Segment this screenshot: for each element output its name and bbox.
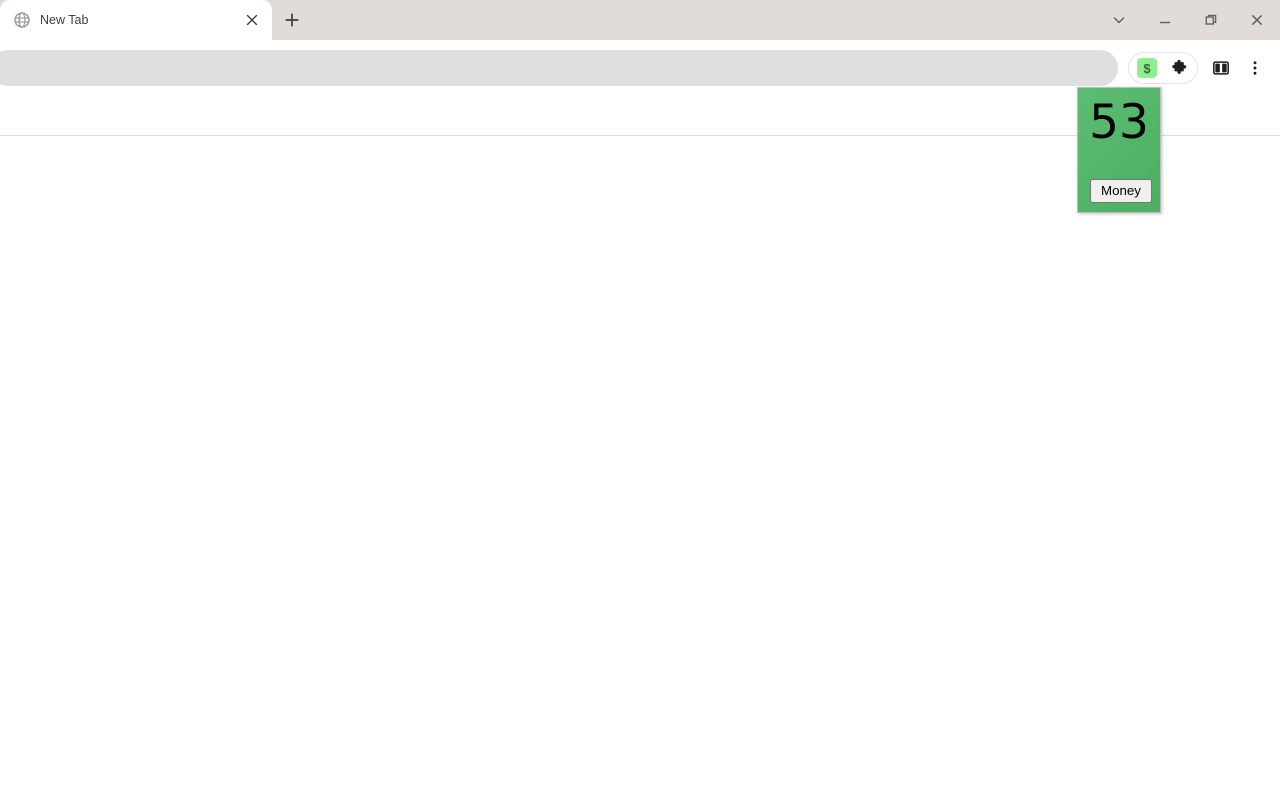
money-count: 53	[1089, 95, 1149, 150]
money-extension-popup: 53 Money	[1077, 87, 1161, 213]
tab-title: New Tab	[40, 13, 89, 27]
globe-icon	[14, 12, 30, 28]
tab-new-tab[interactable]: New Tab	[0, 0, 272, 40]
minimize-button[interactable]	[1142, 0, 1188, 40]
close-window-button[interactable]	[1234, 0, 1280, 40]
extension-actions-pill: $	[1128, 52, 1198, 84]
close-tab-button[interactable]	[240, 8, 264, 32]
side-panel-icon	[1213, 61, 1229, 75]
browser-window: New Tab $ 53 Money	[0, 0, 1280, 800]
tab-search-button[interactable]	[1096, 0, 1142, 40]
tab-strip: New Tab	[0, 0, 1280, 40]
money-button[interactable]: Money	[1090, 179, 1152, 203]
dollar-icon: $	[1137, 58, 1157, 78]
chrome-menu-button[interactable]	[1238, 51, 1272, 85]
window-controls	[1096, 0, 1280, 40]
page-content	[0, 136, 1280, 799]
new-tab-button[interactable]	[274, 3, 310, 37]
address-bar[interactable]	[0, 50, 1118, 86]
extensions-button[interactable]	[1163, 52, 1195, 84]
money-extension-action-button[interactable]: $	[1131, 52, 1163, 84]
three-dot-menu-icon	[1253, 61, 1257, 75]
side-panel-button[interactable]	[1204, 51, 1238, 85]
puzzle-icon	[1172, 59, 1187, 75]
maximize-button[interactable]	[1188, 0, 1234, 40]
